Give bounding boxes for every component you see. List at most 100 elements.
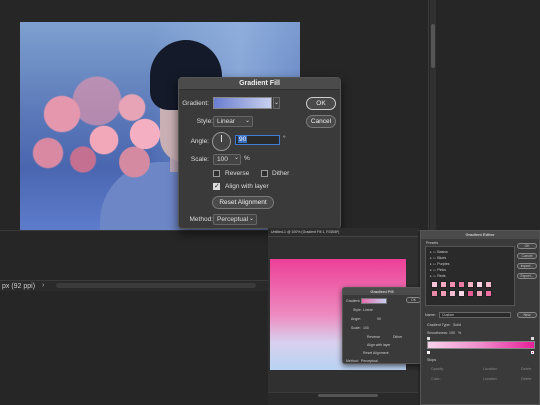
small-reset-button[interactable]: Reset Alignment <box>363 351 389 355</box>
editor-export-button[interactable]: Export... <box>517 273 537 279</box>
cancel-button[interactable]: Cancel <box>306 115 336 128</box>
small-scale-value[interactable]: 100 <box>363 326 369 330</box>
scale-label: Scale: <box>190 156 209 163</box>
angle-input[interactable]: 90 <box>235 135 280 145</box>
name-label: Name: <box>425 313 436 317</box>
vertical-scrollbar-thumb[interactable] <box>431 24 435 68</box>
chevron-down-icon[interactable]: ⌄ <box>234 154 239 161</box>
presets-label: Presets <box>426 241 439 245</box>
angle-value: 90 <box>238 136 248 143</box>
style-label: Style: <box>196 118 213 125</box>
preset-folder[interactable]: Basics <box>430 250 448 254</box>
color-stop-left[interactable] <box>427 351 430 354</box>
preset-swatch[interactable] <box>431 281 438 288</box>
gradient-editor-dialog: Gradient Editor Presets Basics Blues Pur… <box>420 230 540 405</box>
dialog-title[interactable]: Gradient Fill <box>179 78 340 90</box>
preset-swatch[interactable] <box>431 290 438 297</box>
gradient-editor-title[interactable]: Gradient Editor <box>421 231 539 239</box>
preset-swatch[interactable] <box>440 290 447 297</box>
align-with-layer-checkbox[interactable] <box>213 182 220 190</box>
style-value: Linear <box>217 118 236 125</box>
smoothness-value[interactable]: 100 <box>449 331 455 335</box>
small-angle-label: Angle: <box>351 317 361 321</box>
horizontal-scrollbar[interactable] <box>318 394 378 397</box>
preset-folder[interactable]: Purples <box>430 262 449 266</box>
chevron-down-icon: ⌄ <box>248 216 254 222</box>
dither-checkbox[interactable] <box>261 170 268 177</box>
scale-value: 100 <box>217 156 228 163</box>
stop-delete-button-2[interactable]: Delete <box>521 377 531 381</box>
preset-swatch[interactable] <box>467 281 474 288</box>
preset-swatches <box>431 281 501 303</box>
small-scale-label: Scale: <box>351 326 361 330</box>
gradient-label: Gradient: <box>182 100 209 107</box>
style-select[interactable]: Linear ⌄ <box>213 116 253 127</box>
small-dither-label: Dither <box>393 335 403 339</box>
preset-swatch[interactable] <box>458 281 465 288</box>
gradient-type-label: Gradient Type: <box>427 323 451 327</box>
small-gradient-fill-dialog: Gradient Fill Gradient: OK Style: Linear… <box>342 287 422 364</box>
stop-delete-button[interactable]: Delete <box>521 367 531 371</box>
preset-swatch[interactable] <box>449 281 456 288</box>
divider-vertical <box>428 0 429 230</box>
reverse-label: Reverse <box>225 170 250 177</box>
dither-label: Dither <box>272 170 290 177</box>
smoothness-unit: % <box>458 331 462 335</box>
small-gradient-swatch[interactable] <box>361 298 387 304</box>
small-ok-button[interactable]: OK <box>406 297 421 303</box>
color-stop-right[interactable] <box>531 351 534 354</box>
gradient-preview-bar[interactable] <box>427 341 535 349</box>
preset-folder[interactable]: Blues <box>430 256 446 260</box>
editor-cancel-button[interactable]: Cancel <box>517 253 537 259</box>
small-align-label: Align with layer <box>367 343 391 347</box>
preset-swatch[interactable] <box>476 290 483 297</box>
preset-swatch[interactable] <box>485 290 492 297</box>
document-tab[interactable]: Untitled-1 @ 100% (Gradient Fill 1, RGB/… <box>268 228 418 237</box>
chevron-down-icon: ⌄ <box>244 118 250 124</box>
small-method-value[interactable]: Perceptual <box>361 359 378 363</box>
angle-dial[interactable] <box>212 132 231 151</box>
preset-swatch[interactable] <box>485 281 492 288</box>
chevron-down-icon[interactable]: ⌄ <box>273 97 280 109</box>
method-label: Method: <box>189 216 214 223</box>
small-dialog-title[interactable]: Gradient Fill <box>343 288 421 295</box>
presets-list[interactable]: Basics Blues Purples Pinks Reds <box>425 246 515 306</box>
align-with-layer-label: Align with layer <box>225 183 269 190</box>
preset-swatch[interactable] <box>440 281 447 288</box>
gradient-swatch[interactable] <box>213 97 272 109</box>
stop-location-label: Location: <box>483 367 498 371</box>
editor-import-button[interactable]: Import... <box>517 263 537 269</box>
small-style-label: Style: <box>353 308 362 312</box>
preset-swatch[interactable] <box>458 290 465 297</box>
angle-label: Angle: <box>190 138 209 145</box>
stop-location-label-2: Location: <box>483 377 498 381</box>
small-reverse-label: Reverse <box>367 335 381 339</box>
zoom-readout: px (92 ppi) <box>2 283 36 290</box>
opacity-stop-left[interactable] <box>427 337 430 340</box>
preset-folder[interactable]: Pinks <box>430 268 446 272</box>
opacity-stop-right[interactable] <box>531 337 534 340</box>
reset-alignment-button[interactable]: Reset Alignment <box>212 196 274 209</box>
small-method-label: Method: <box>346 359 359 363</box>
small-style-value[interactable]: Linear <box>363 308 373 312</box>
small-gradient-label: Gradient: <box>346 299 361 303</box>
horizontal-scrollbar[interactable] <box>56 283 256 288</box>
preset-folder[interactable]: Reds <box>430 274 445 278</box>
gradient-type-value[interactable]: Solid <box>453 323 461 327</box>
editor-ok-button[interactable]: OK <box>517 243 537 249</box>
preset-swatch[interactable] <box>449 290 456 297</box>
small-angle-value[interactable]: 90 <box>377 317 381 321</box>
chevron-right-icon[interactable]: › <box>42 282 44 289</box>
name-input[interactable]: Custom <box>439 312 511 318</box>
preset-swatch[interactable] <box>467 290 474 297</box>
ok-button[interactable]: OK <box>306 97 336 110</box>
smoothness-label: Smoothness: <box>427 331 448 335</box>
editor-new-button[interactable]: New <box>517 312 537 318</box>
stop-color-label: Color: <box>431 377 441 381</box>
stops-label: Stops <box>427 358 437 362</box>
reverse-checkbox[interactable] <box>213 170 220 177</box>
method-value: Perceptual <box>217 216 249 223</box>
stop-opacity-label: Opacity: <box>431 367 445 371</box>
method-select[interactable]: Perceptual ⌄ <box>213 214 257 225</box>
preset-swatch[interactable] <box>476 281 483 288</box>
